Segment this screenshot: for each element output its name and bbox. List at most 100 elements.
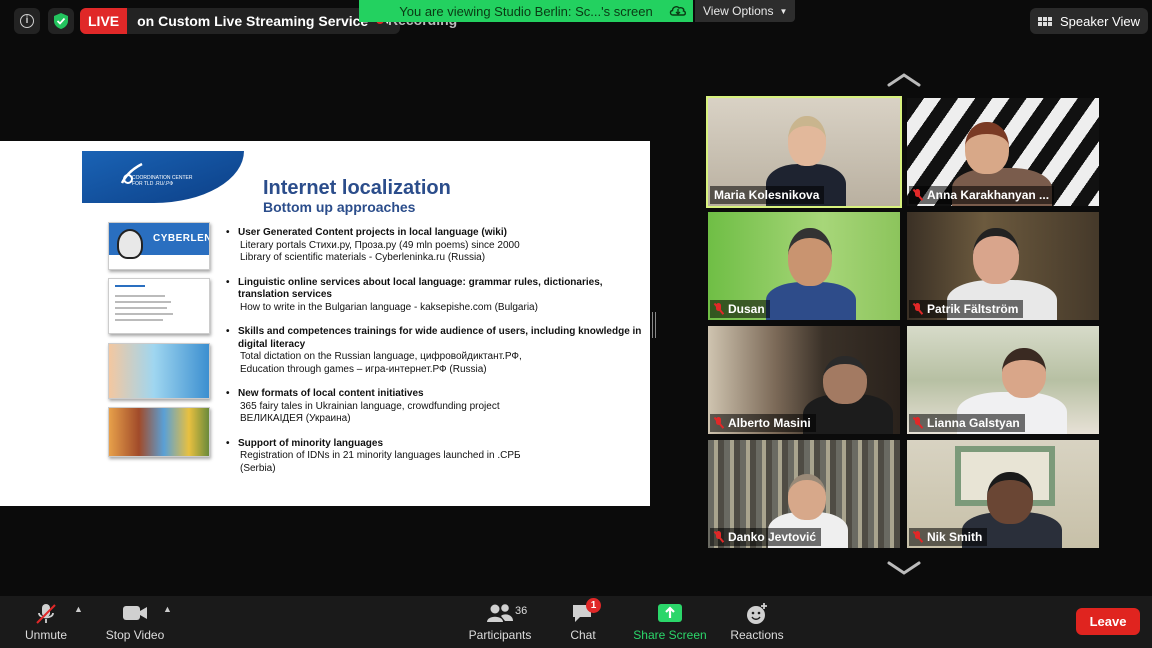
shield-check-icon[interactable] bbox=[48, 8, 74, 34]
mic-muted-icon bbox=[34, 602, 58, 629]
logo-text-line-2: FOR TLD .RU/.РФ bbox=[132, 181, 174, 187]
mic-muted-icon bbox=[714, 417, 723, 429]
fairy-tales-thumbnail bbox=[108, 407, 210, 457]
bullet-detail: Total dictation on the Russian language,… bbox=[240, 351, 522, 362]
reactions-icon bbox=[745, 602, 769, 629]
panel-resize-handle[interactable] bbox=[652, 312, 656, 338]
bullet-detail: Library of scientific materials - Cyberl… bbox=[240, 252, 486, 263]
cyberleninka-label: CYBERLENINKA bbox=[153, 233, 209, 244]
participant-name: Alberto Masini bbox=[728, 416, 811, 430]
bullet-item: Skills and competences trainings for wid… bbox=[226, 326, 646, 376]
bullet-detail: Registration of IDNs in 21 minority lang… bbox=[240, 450, 521, 461]
coordination-center-logo: COORDINATION CENTER FOR TLD .RU/.РФ bbox=[82, 151, 244, 203]
reactions-label: Reactions bbox=[730, 628, 784, 642]
grid-icon bbox=[1038, 16, 1052, 26]
participant-name-tag: Lianna Galstyan bbox=[909, 414, 1025, 432]
live-streaming-control[interactable]: LIVE on Custom Live Streaming Service ▼ bbox=[80, 8, 401, 34]
participant-tile[interactable]: Maria Kolesnikova bbox=[706, 96, 902, 208]
participant-name-tag: Patrik Fältström bbox=[909, 300, 1024, 318]
stop-video-button[interactable]: Stop Video bbox=[100, 596, 170, 648]
speaker-view-button[interactable]: Speaker View bbox=[1030, 8, 1148, 34]
slide-title: Internet localization bbox=[263, 177, 451, 199]
participant-name-tag: Maria Kolesnikova bbox=[710, 186, 825, 204]
participant-name-tag: Alberto Masini bbox=[710, 414, 816, 432]
mic-muted-icon bbox=[714, 531, 723, 543]
bullet-detail: ВЕЛИКАIДЕЯ (Украина) bbox=[240, 413, 351, 424]
participant-tile[interactable]: Nik Smith bbox=[907, 440, 1099, 548]
video-camera-icon bbox=[122, 602, 148, 627]
chat-badge: 1 bbox=[586, 598, 601, 613]
speaker-view-label: Speaker View bbox=[1060, 13, 1140, 29]
participant-name-tag: Anna Karakhanyan ... bbox=[909, 186, 1055, 204]
mic-muted-icon bbox=[714, 303, 723, 315]
kaksepishe-thumbnail bbox=[108, 278, 210, 334]
bullet-heading: Linguistic online services about local l… bbox=[238, 276, 603, 301]
info-icon[interactable]: i bbox=[14, 8, 40, 34]
slide-subtitle: Bottom up approaches bbox=[263, 199, 416, 215]
unmute-label: Unmute bbox=[24, 628, 68, 642]
bullet-detail: Literary portals Стихи.ру, Проза.ру (49 … bbox=[240, 239, 520, 251]
mic-muted-icon bbox=[913, 189, 922, 201]
participant-name: Nik Smith bbox=[927, 530, 983, 544]
unmute-button[interactable]: Unmute bbox=[18, 596, 74, 648]
reactions-button[interactable]: Reactions bbox=[726, 596, 788, 648]
live-badge: LIVE bbox=[80, 8, 128, 34]
viewing-screen-banner: You are viewing Studio Berlin: Sc...'s s… bbox=[359, 0, 693, 22]
mic-muted-icon bbox=[913, 417, 922, 429]
participant-name: Patrik Fältström bbox=[927, 302, 1019, 316]
chevron-up-icon[interactable]: ▲ bbox=[163, 604, 172, 614]
participants-button[interactable]: 36 Participants bbox=[462, 596, 538, 648]
bullet-detail: Education through games – игра-интернет.… bbox=[240, 363, 487, 375]
bullet-detail: 365 fairy tales in Ukrainian language, c… bbox=[240, 400, 500, 412]
bullet-item: New formats of local content initiatives… bbox=[226, 388, 646, 426]
chevron-down-icon[interactable] bbox=[886, 560, 922, 578]
participant-tile[interactable]: Patrik Fältström bbox=[907, 212, 1099, 320]
participant-name-tag: Dusan bbox=[710, 300, 770, 318]
participant-name-tag: Danko Jevtović bbox=[710, 528, 822, 546]
stop-video-label: Stop Video bbox=[105, 628, 165, 642]
cyberleninka-thumbnail: CYBERLENINKA bbox=[108, 222, 210, 270]
participant-name: Lianna Galstyan bbox=[927, 416, 1020, 430]
participant-tile[interactable]: Anna Karakhanyan ... bbox=[907, 98, 1099, 206]
chat-label: Chat bbox=[570, 628, 596, 642]
mic-muted-icon bbox=[913, 303, 922, 315]
bullet-detail: (Serbia) bbox=[240, 462, 276, 474]
share-screen-label: Share Screen bbox=[633, 628, 707, 642]
participants-icon bbox=[486, 602, 514, 627]
participant-name-tag: Nik Smith bbox=[909, 528, 988, 546]
participant-tile[interactable]: Danko Jevtović bbox=[708, 440, 900, 548]
zoom-meeting-window: i LIVE on Custom Live Streaming Service … bbox=[0, 0, 1152, 648]
bullet-heading: Support of minority languages bbox=[238, 437, 384, 449]
bullet-list: User Generated Content projects in local… bbox=[226, 227, 646, 487]
dictation-thumbnail bbox=[108, 343, 210, 399]
cloud-icon bbox=[669, 3, 687, 20]
chat-button[interactable]: 1 Chat bbox=[563, 596, 603, 648]
participant-name: Maria Kolesnikova bbox=[714, 188, 820, 202]
participant-tile[interactable]: Alberto Masini bbox=[708, 326, 900, 434]
participant-tile[interactable]: Lianna Galstyan bbox=[907, 326, 1099, 434]
bullet-item: Linguistic online services about local l… bbox=[226, 277, 646, 315]
bullet-heading: Skills and competences trainings for wid… bbox=[238, 326, 642, 350]
chevron-up-icon[interactable] bbox=[886, 72, 922, 90]
portrait-image bbox=[117, 229, 143, 259]
participants-label: Participants bbox=[468, 628, 532, 642]
participant-name: Dusan bbox=[728, 302, 765, 316]
meeting-toolbar: Unmute ▲ Stop Video ▲ 36 Participants 1 … bbox=[0, 596, 1152, 648]
bullet-heading: User Generated Content projects in local… bbox=[238, 227, 507, 238]
view-options-button[interactable]: View Options ▼ bbox=[695, 0, 796, 22]
bullet-item: User Generated Content projects in local… bbox=[226, 227, 646, 265]
participant-tile[interactable]: Dusan bbox=[708, 212, 900, 320]
bullet-item: Support of minority languages Registrati… bbox=[226, 438, 646, 476]
view-options-label: View Options bbox=[703, 4, 774, 18]
bullet-heading: New formats of local content initiatives bbox=[238, 388, 424, 399]
chevron-up-icon[interactable]: ▲ bbox=[74, 604, 83, 614]
participant-name: Danko Jevtović bbox=[728, 530, 817, 544]
bullet-detail: How to write in the Bulgarian language -… bbox=[240, 301, 538, 313]
share-screen-icon bbox=[657, 602, 683, 627]
participant-name: Anna Karakhanyan ... bbox=[927, 188, 1050, 202]
viewing-banner-text: You are viewing Studio Berlin: Sc...'s s… bbox=[399, 3, 653, 19]
share-screen-button[interactable]: Share Screen bbox=[628, 596, 712, 648]
chevron-down-icon: ▼ bbox=[779, 6, 788, 16]
leave-button[interactable]: Leave bbox=[1076, 608, 1140, 635]
shared-screen-slide: COORDINATION CENTER FOR TLD .RU/.РФ Inte… bbox=[0, 141, 650, 506]
